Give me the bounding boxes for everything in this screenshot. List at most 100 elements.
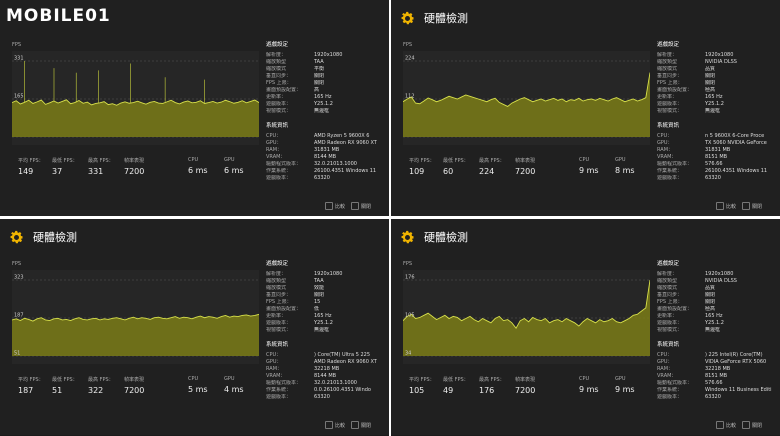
info-value: 8144 MB bbox=[314, 373, 337, 379]
info-key: 垂直同步： bbox=[657, 292, 683, 298]
info-row: 畫面預設配置： 低 bbox=[266, 306, 386, 313]
info-value: 極高 bbox=[705, 87, 716, 93]
compare-button[interactable]: 比較 bbox=[715, 202, 736, 210]
y-tick-label: 165 bbox=[14, 94, 24, 100]
info-key: CPU： bbox=[657, 352, 673, 358]
close-button[interactable]: 關閉 bbox=[350, 421, 371, 429]
info-row: 畫面預設配置： 極高 bbox=[657, 87, 777, 94]
info-row: 縮放模式 品質 bbox=[657, 285, 777, 292]
close-button[interactable]: 關閉 bbox=[350, 202, 371, 210]
info-value: TAA bbox=[314, 59, 324, 65]
fps-graph: 176 105 34 bbox=[403, 270, 650, 364]
stat-cpu-ms: CPU 6 ms bbox=[188, 157, 208, 175]
info-row: 視窗模式： 無邊框 bbox=[266, 108, 386, 115]
gear-icon bbox=[10, 230, 24, 243]
y-tick-label: 51 bbox=[14, 351, 20, 357]
info-row: 垂直同步： 關閉 bbox=[657, 292, 777, 299]
info-key: CPU： bbox=[266, 352, 282, 358]
info-key: 畫面預設配置： bbox=[657, 306, 693, 312]
close-button[interactable]: 關閉 bbox=[741, 202, 762, 210]
stats-row: 平均 FPS： 109 最低 FPS： 60 最高 FPS： 224 幀率表現 7200… bbox=[403, 157, 653, 187]
info-row: 縮放類型 TAA bbox=[266, 59, 386, 66]
info-value: Y25.1.2 bbox=[705, 320, 724, 326]
benchmark-panel-bottom-left: 硬體檢測 FPS 323 187 51 平均 FPS： 187 最低 FPS： 51 最… bbox=[0, 219, 389, 435]
info-row: 作業系統： 26100.4351 Windows 11 bbox=[266, 168, 386, 175]
info-value: 63320 bbox=[705, 394, 721, 400]
info-value: 關閉 bbox=[314, 80, 325, 86]
info-row: CPU： AMD Ryzen 5 9600X 6 bbox=[266, 133, 386, 140]
key-icon bbox=[350, 202, 359, 210]
info-column: 遊戲設定 解析度： 1920x1080 縮放類型 NVIDIA DLSS 縮放模式 品質垂… bbox=[657, 40, 777, 182]
info-key: VRAM： bbox=[266, 154, 286, 160]
info-value: 關閉 bbox=[705, 73, 716, 79]
key-icon bbox=[741, 202, 750, 210]
game-settings-title: 遊戲設定 bbox=[266, 42, 289, 48]
info-value: Windows 11 Business Editi bbox=[705, 387, 772, 393]
info-row: 作業系統： 26100.4351 Windows 11 bbox=[657, 168, 777, 175]
fps-graph: 331 165 bbox=[12, 51, 259, 145]
info-key: 縮放類型 bbox=[266, 278, 287, 284]
game-settings-title: 遊戲設定 bbox=[657, 261, 680, 267]
info-value: 165 Hz bbox=[705, 94, 723, 100]
info-value: 165 Hz bbox=[705, 313, 723, 319]
close-button[interactable]: 關閉 bbox=[741, 421, 762, 429]
panel-footer: 比較 關閉 bbox=[319, 421, 371, 429]
info-row: GPU： VIDIA GeForce RTX 5060 bbox=[657, 359, 777, 366]
info-value: Y25.1.2 bbox=[314, 320, 333, 326]
info-value: 1920x1080 bbox=[314, 52, 343, 58]
benchmark-panel-bottom-right: 硬體檢測 FPS 176 105 34 平均 FPS： 105 最低 FPS： 49 最… bbox=[391, 219, 780, 435]
info-value: 8151 MB bbox=[705, 373, 728, 379]
info-value: 32.0.21013.1000 bbox=[314, 161, 357, 167]
fps-line-chart: 224 112 bbox=[403, 51, 650, 145]
stat-max-fps: 最高 FPS： 176 bbox=[479, 377, 505, 395]
info-row: 縮放類型 NVIDIA DLSS bbox=[657, 59, 777, 66]
game-settings-list: 解析度： 1920x1080 縮放類型 TAA 縮放模式 效能 垂直同步： 關閉 FPS 上限：… bbox=[266, 271, 386, 334]
info-key: 驅動程式版本： bbox=[657, 161, 693, 167]
system-info-list: CPU： n 5 9600X 6-Core Proce GPU： TX 5060 NV… bbox=[657, 133, 777, 182]
info-value: n 5 9600X 6-Core Proce bbox=[705, 133, 765, 139]
key-icon bbox=[324, 202, 333, 210]
info-key: 垂直同步： bbox=[657, 73, 683, 79]
stats-row: 平均 FPS： 105 最低 FPS： 49 最高 FPS： 176 幀率表現 7200… bbox=[403, 376, 653, 406]
info-key: FPS 上限： bbox=[266, 299, 292, 305]
stat-gpu-ms: GPU 9 ms bbox=[615, 376, 635, 394]
compare-button[interactable]: 比較 bbox=[715, 421, 736, 429]
info-key: 更新率： bbox=[657, 94, 678, 100]
stat-gpu-ms: GPU 4 ms bbox=[224, 376, 244, 394]
info-row: 遊戲版本： 63320 bbox=[266, 394, 386, 401]
panel-header: 硬體檢測 bbox=[399, 227, 468, 247]
info-value: 31831 MB bbox=[705, 147, 731, 153]
info-column: 遊戲設定 解析度： 1920x1080 縮放類型 NVIDIA DLSS 縮放模式 品質垂… bbox=[657, 259, 777, 401]
info-row: CPU：) 225 Intel(R) Core(TM) bbox=[657, 352, 777, 359]
info-key: FPS 上限： bbox=[657, 80, 683, 86]
compare-button[interactable]: 比較 bbox=[324, 202, 345, 210]
info-key: RAM： bbox=[657, 147, 674, 153]
info-key: 遊戲版本： bbox=[657, 320, 683, 326]
panel-header: 硬體檢測 bbox=[399, 8, 468, 28]
info-value: 32.0.21013.1000 bbox=[314, 380, 357, 386]
info-row: 更新率： 165 Hz bbox=[266, 313, 386, 320]
info-value: 26100.4351 Windows 11 bbox=[705, 168, 768, 174]
info-row: 解析度： 1920x1080 bbox=[266, 52, 386, 59]
info-value: 576.66 bbox=[705, 161, 723, 167]
stat-min-fps: 最低 FPS： 60 bbox=[443, 158, 469, 176]
info-value: NVIDIA DLSS bbox=[705, 278, 737, 284]
key-icon bbox=[324, 421, 333, 429]
info-key: 解析度： bbox=[657, 271, 678, 277]
info-row: VRAM： 8151 MB bbox=[657, 154, 777, 161]
compare-button[interactable]: 比較 bbox=[324, 421, 345, 429]
info-key: 遊戲版本： bbox=[657, 394, 683, 400]
info-key: GPU： bbox=[657, 359, 673, 365]
info-value: AMD Radeon RX 9060 XT bbox=[314, 359, 377, 365]
y-tick-label: 224 bbox=[405, 56, 415, 62]
key-icon bbox=[741, 421, 750, 429]
y-tick-label: 34 bbox=[405, 351, 411, 357]
info-value: 低 bbox=[314, 306, 320, 312]
info-value: 關閉 bbox=[314, 292, 325, 298]
info-value: 0.0.26100.4351 Windo bbox=[314, 387, 371, 393]
info-row: 縮放類型 NVIDIA DLSS bbox=[657, 278, 777, 285]
info-row: 視窗模式： 無邊框 bbox=[657, 108, 777, 115]
info-value: 無邊框 bbox=[314, 108, 330, 114]
game-settings-list: 解析度： 1920x1080 縮放類型 TAA 縮放模式 平衡 垂直同步： 關閉 FPS 上限：… bbox=[266, 52, 386, 115]
info-row: VRAM： 8151 MB bbox=[657, 373, 777, 380]
